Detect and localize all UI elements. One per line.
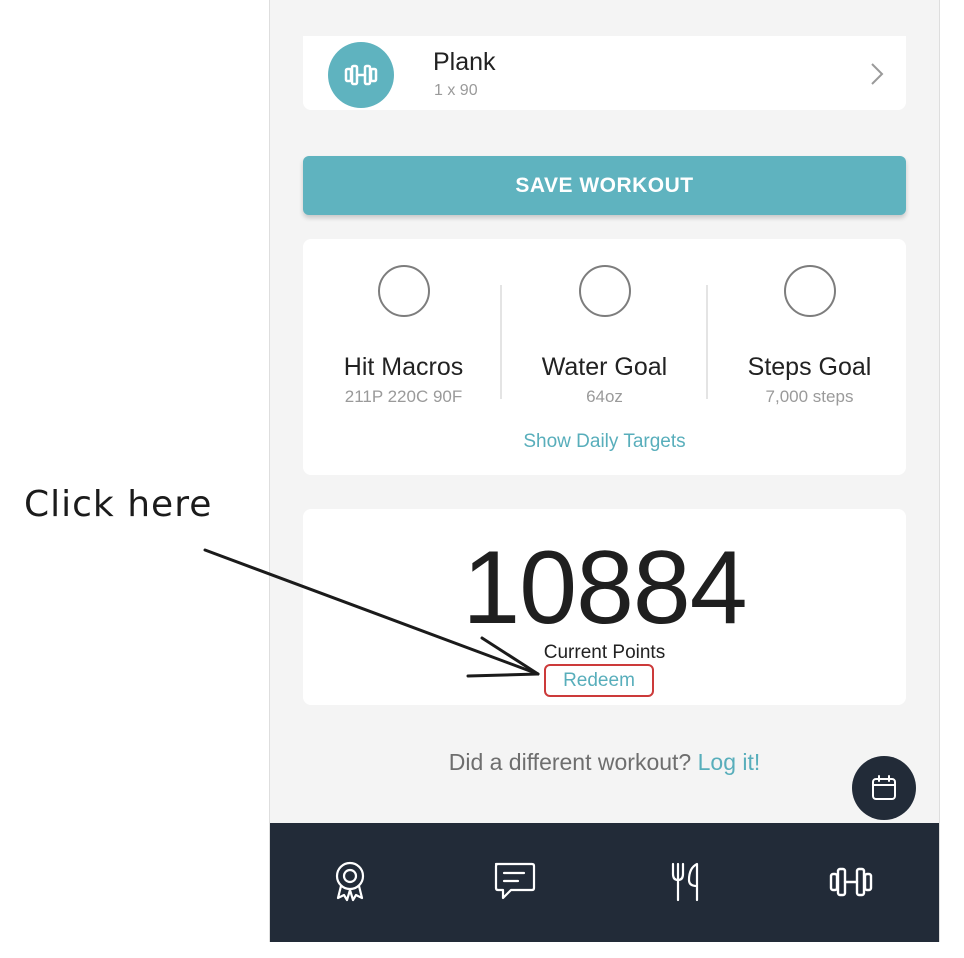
goal-steps[interactable]: Steps Goal 7,000 steps xyxy=(709,239,910,406)
points-card: 10884 Current Points Redeem xyxy=(303,509,906,705)
goal-checkbox[interactable] xyxy=(377,265,430,317)
annotation-label: Click here xyxy=(24,484,213,525)
show-daily-targets-link[interactable]: Show Daily Targets xyxy=(303,431,906,453)
dumbbell-icon xyxy=(829,867,873,897)
fork-knife-icon xyxy=(671,862,699,902)
chevron-right-icon xyxy=(870,62,884,91)
exercise-sets: 1 x 90 xyxy=(434,82,478,99)
redeem-link[interactable]: Redeem xyxy=(544,664,654,697)
goal-title: Water Goal xyxy=(541,353,668,381)
goal-subtitle: 211P 220C 90F xyxy=(344,387,463,406)
goal-hit-macros[interactable]: Hit Macros 211P 220C 90F xyxy=(303,239,504,406)
goal-title: Steps Goal xyxy=(747,353,872,381)
log-workout-prompt: Did a different workout? Log it! xyxy=(270,749,939,776)
save-workout-button[interactable]: SAVE WORKOUT xyxy=(303,156,906,215)
nav-messages[interactable] xyxy=(489,857,539,907)
goal-subtitle: 7,000 steps xyxy=(765,387,854,406)
exercise-name: Plank xyxy=(433,48,496,76)
log-it-link[interactable]: Log it! xyxy=(698,749,761,775)
goal-checkbox[interactable] xyxy=(783,265,836,317)
dumbbell-icon xyxy=(328,42,394,108)
app-screen: Plank 1 x 90 SAVE WORKOUT Hit Macros 211… xyxy=(269,0,940,942)
nav-rewards[interactable] xyxy=(325,857,375,907)
chat-icon xyxy=(494,862,536,900)
award-icon xyxy=(335,861,365,902)
goal-title: Hit Macros xyxy=(343,353,464,381)
points-value: 10884 xyxy=(462,530,747,646)
nav-workouts[interactable] xyxy=(826,857,876,907)
calendar-icon xyxy=(872,775,896,800)
calendar-button[interactable] xyxy=(852,756,916,820)
goal-checkbox[interactable] xyxy=(578,265,631,317)
goal-subtitle: 64oz xyxy=(586,387,623,406)
daily-goals-card: Hit Macros 211P 220C 90F Water Goal 64oz… xyxy=(303,239,906,475)
log-prompt-text: Did a different workout? xyxy=(448,749,698,775)
bottom-navigation xyxy=(270,823,939,942)
nav-nutrition[interactable] xyxy=(660,857,710,907)
divider xyxy=(500,285,502,399)
points-label: Current Points xyxy=(543,642,666,663)
exercise-row[interactable]: Plank 1 x 90 xyxy=(303,36,906,110)
goal-water[interactable]: Water Goal 64oz xyxy=(504,239,705,406)
divider xyxy=(706,285,708,399)
